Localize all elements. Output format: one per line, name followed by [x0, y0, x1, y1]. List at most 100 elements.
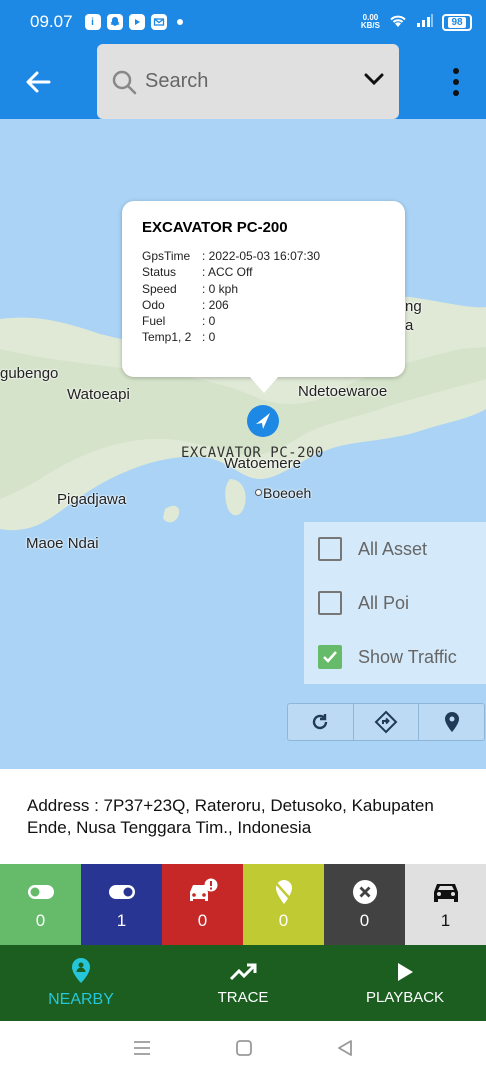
app-icon: i	[84, 14, 101, 30]
directions-button[interactable]	[354, 704, 420, 740]
refresh-icon	[313, 714, 328, 730]
search-input[interactable]	[145, 70, 335, 93]
menu-icon	[133, 1041, 150, 1055]
home-square-icon	[236, 1040, 252, 1056]
more-vert-icon-dot	[453, 90, 459, 96]
home-button[interactable]	[235, 1039, 253, 1062]
popup-key: Speed	[142, 281, 177, 296]
popup-row: Odo : 206	[142, 297, 385, 313]
map-view[interactable]: Watoeapi gubengo Ndetoewaroe Watoemere B…	[0, 119, 486, 769]
system-navigation	[0, 1021, 486, 1080]
nav-trace[interactable]: TRACE	[162, 945, 324, 1021]
status-count: 0	[197, 910, 208, 930]
popup-row: GpsTime : 2022-05-03 16:07:30	[142, 248, 385, 264]
map-filter-panel: All Asset All Poi Show Traffic	[304, 522, 486, 684]
search-bar[interactable]	[97, 44, 399, 119]
place-label: a	[405, 317, 414, 334]
checkbox-checked[interactable]	[318, 645, 342, 669]
checkbox[interactable]	[318, 591, 342, 615]
toggle-off-icon	[108, 879, 136, 905]
popup-key: Status	[142, 265, 177, 280]
location-pin-icon	[444, 712, 459, 732]
popup-row: Status : ACC Off	[142, 264, 385, 280]
nav-label: PLAYBACK	[365, 988, 445, 1006]
place-label: ng	[405, 298, 422, 315]
vehicle-status-row: 0 1 0 0 0 1	[0, 864, 486, 945]
battery-icon: 98	[442, 13, 472, 31]
search-icon	[112, 70, 137, 94]
more-vert-icon-dot	[453, 79, 459, 85]
status-count: 0	[278, 910, 289, 930]
filter-label: All Asset	[358, 538, 428, 559]
popup-key: GpsTime	[142, 249, 191, 263]
snapchat-icon	[106, 14, 123, 30]
status-count: 0	[359, 910, 370, 930]
place-label: Ndetoewaroe	[298, 383, 388, 400]
filter-all-asset[interactable]: All Asset	[304, 522, 486, 576]
car-icon	[432, 879, 460, 905]
status-acc-on[interactable]: 0	[0, 864, 81, 945]
nav-playback[interactable]: PLAYBACK	[324, 945, 486, 1021]
back-button[interactable]	[20, 64, 56, 100]
search-dropdown-button[interactable]	[363, 72, 385, 91]
status-alarm[interactable]: 0	[162, 864, 243, 945]
popup-value: : ACC Off	[202, 265, 253, 280]
mail-icon	[150, 14, 167, 30]
place-label: Pigadjawa	[57, 491, 127, 508]
net-speed-unit: KB/S	[360, 21, 380, 30]
checkbox[interactable]	[318, 537, 342, 561]
app-bar	[0, 44, 486, 119]
notification-dot	[176, 19, 183, 25]
popup-key: Fuel	[142, 314, 166, 329]
arrow-left-icon	[26, 71, 51, 93]
vehicle-marker[interactable]	[247, 405, 279, 437]
address-text: Address : 7P37+23Q, Rateroru, Detusoko, …	[0, 769, 486, 864]
car-alert-icon	[187, 878, 219, 905]
status-no-gps[interactable]: 0	[243, 864, 324, 945]
bottom-navigation: NEARBY TRACE PLAYBACK	[0, 945, 486, 1021]
notification-icons: i	[84, 14, 183, 30]
popup-title: EXCAVATOR PC-200	[142, 219, 288, 236]
vehicle-label: EXCAVATOR PC-200	[181, 445, 324, 461]
popup-value: : 206	[202, 297, 229, 312]
popup-value: : 2022-05-03 16:07:30	[202, 249, 321, 263]
back-nav-button[interactable]	[336, 1039, 354, 1062]
place-label: Boeoeh	[263, 485, 312, 501]
filter-label: Show Traffic	[358, 646, 457, 667]
popup-row: Temp1, 2: 0	[142, 329, 385, 345]
nav-label: NEARBY	[48, 991, 114, 1008]
place-label: Watoeapi	[67, 386, 130, 403]
check-icon	[323, 651, 337, 663]
popup-value: : 0 kph	[202, 281, 239, 296]
place-dot	[255, 489, 262, 496]
my-location-button[interactable]	[419, 704, 484, 740]
status-bar: 09.07 i 0.00 KB/S 98	[0, 0, 486, 44]
status-offline[interactable]: 0	[324, 864, 405, 945]
filter-label: All Poi	[358, 592, 410, 613]
nav-nearby[interactable]: NEARBY	[0, 945, 162, 1021]
more-vert-icon-dot	[453, 68, 459, 74]
status-total[interactable]: 1	[405, 864, 486, 945]
navigation-arrow-icon	[256, 413, 270, 429]
vehicle-info-popup[interactable]: EXCAVATOR PC-200 GpsTime : 2022-05-03 16:…	[122, 201, 405, 393]
popup-key: Odo	[142, 297, 165, 312]
filter-all-poi[interactable]: All Poi	[304, 576, 486, 630]
status-acc-off[interactable]: 1	[81, 864, 162, 945]
trending-up-icon	[229, 963, 257, 980]
more-menu-button[interactable]	[442, 62, 470, 102]
popup-row: Speed : 0 kph	[142, 281, 385, 297]
nearby-icon	[72, 958, 90, 983]
signal-icon	[416, 13, 434, 32]
filter-show-traffic[interactable]: Show Traffic	[304, 630, 486, 684]
close-circle-icon	[352, 879, 378, 905]
status-count: 0	[35, 910, 46, 930]
toggle-on-icon	[27, 879, 55, 905]
play-icon	[398, 962, 413, 981]
popup-value: : 0	[202, 330, 216, 345]
refresh-button[interactable]	[288, 704, 354, 740]
youtube-icon	[128, 14, 145, 30]
recents-button[interactable]	[132, 1039, 152, 1062]
status-count: 1	[440, 910, 451, 930]
status-count: 1	[116, 910, 127, 930]
popup-value: : 0	[202, 314, 216, 329]
